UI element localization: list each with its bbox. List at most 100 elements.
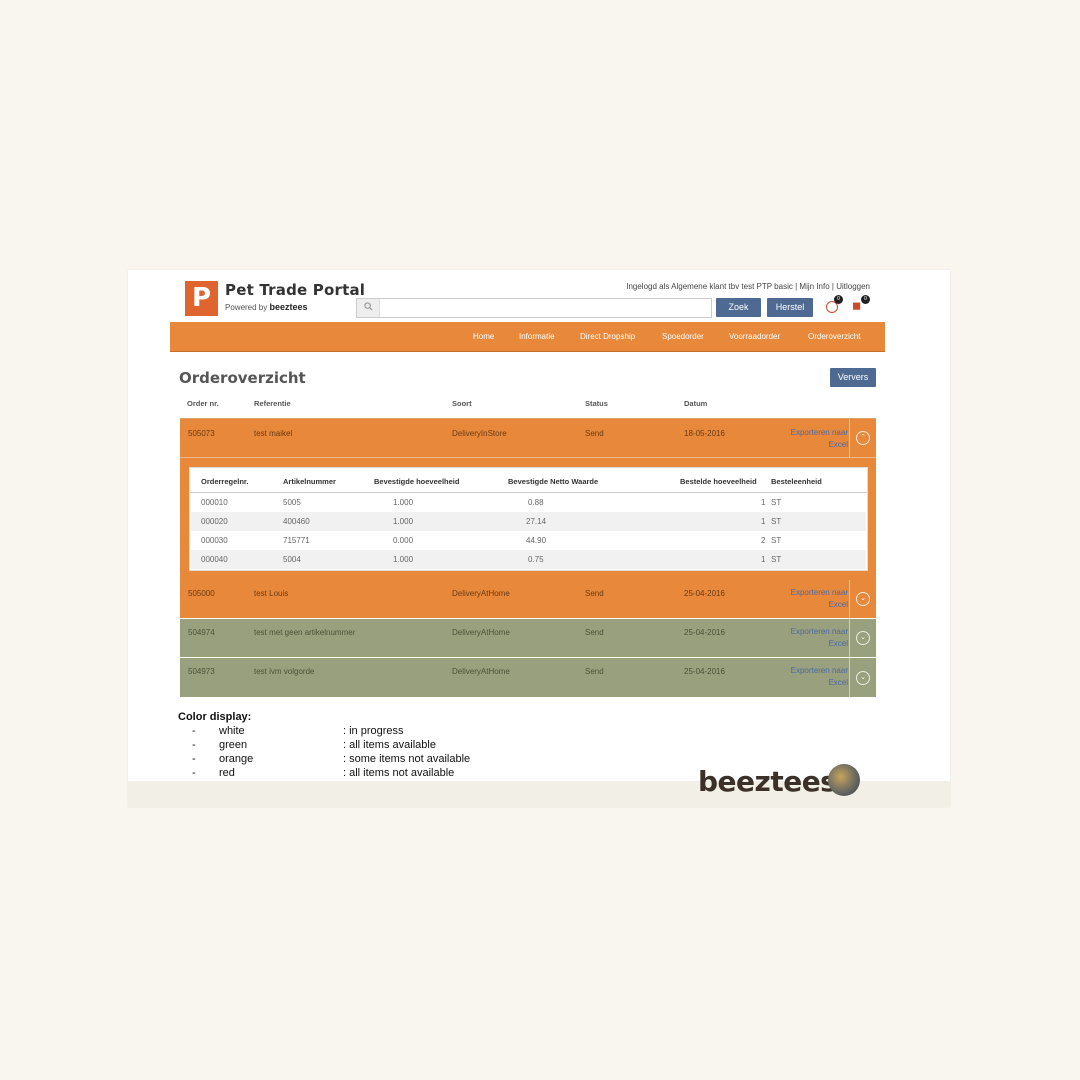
detail-col-eenheid: Besteleenheid — [771, 477, 822, 486]
table-row: 000010 5005 1.000 0.88 1 ST — [191, 493, 866, 512]
detail-col-netto: Bevestigde Netto Waarde — [508, 477, 599, 486]
order-status: Send — [585, 589, 604, 598]
nav-orderoverzicht[interactable]: Orderoverzicht — [808, 322, 860, 351]
logged-in-text: Ingelogd als Algemene klant tbv test PTP… — [626, 282, 793, 291]
nav-informatie[interactable]: Informatie — [519, 322, 555, 351]
user-links: Ingelogd als Algemene klant tbv test PTP… — [626, 282, 870, 291]
order-datum: 25-04-2016 — [684, 667, 725, 676]
legend-dash: - — [192, 739, 196, 751]
export-excel-link[interactable]: Exporteren naar Excel — [791, 427, 848, 451]
order-ref: test maikel — [254, 429, 293, 438]
order-nr: 504974 — [188, 628, 215, 637]
cell-best-hoev: 2 — [761, 536, 766, 545]
legend-color: white — [219, 725, 245, 737]
search-input[interactable] — [381, 299, 711, 319]
cell-best-hoev: 1 — [761, 498, 766, 507]
order-datum: 18-05-2016 — [684, 429, 725, 438]
cart-icon[interactable]: ◼ — [852, 299, 861, 312]
search-icon — [357, 299, 380, 317]
export-excel-link[interactable]: Exporteren naar Excel — [791, 665, 848, 689]
cell-eenheid: ST — [771, 498, 782, 507]
cell-netto: 27.14 — [526, 517, 547, 526]
export-line1: Exporteren naar — [790, 588, 848, 597]
cell-bev-hoev: 0.000 — [393, 536, 414, 545]
order-row[interactable]: 505000 test Louis DeliveryAtHome Send 25… — [180, 580, 876, 618]
col-referentie: Referentie — [254, 399, 291, 408]
cell-bev-hoev: 1.000 — [393, 498, 414, 507]
col-order-nr: Order nr. — [187, 399, 219, 408]
logout-link[interactable]: Uitloggen — [836, 282, 870, 291]
my-info-link[interactable]: Mijn Info — [799, 282, 829, 291]
brand-title: Pet Trade Portal — [225, 281, 366, 299]
reset-button[interactable]: Herstel — [767, 298, 813, 317]
order-datum: 25-04-2016 — [684, 589, 725, 598]
export-line2: Excel — [828, 440, 848, 449]
cell-regelnr: 000010 — [201, 498, 228, 507]
cell-netto: 44.90 — [526, 536, 547, 545]
chevron-down-icon[interactable]: ⌄ — [856, 671, 870, 685]
clock-badge: 0 — [834, 295, 843, 304]
order-ref: test Louis — [254, 589, 289, 598]
toggle-area: ⌃ — [849, 419, 876, 457]
order-row[interactable]: 504973 test ivm volgorde DeliveryAtHome … — [180, 658, 876, 697]
legend-desc: : in progress — [343, 725, 404, 737]
legend-title: Color display: — [178, 711, 252, 723]
powered-by-brand: beeztees — [269, 302, 308, 312]
export-line1: Exporteren naar — [790, 428, 848, 437]
export-excel-link[interactable]: Exporteren naar Excel — [791, 587, 848, 611]
cell-best-hoev: 1 — [761, 555, 766, 564]
cell-artikel: 715771 — [283, 536, 310, 545]
chevron-down-icon[interactable]: ⌄ — [856, 631, 870, 645]
legend-color: green — [219, 739, 248, 751]
footer-brand-logo: beeztees — [698, 765, 837, 798]
order-ref: test ivm volgorde — [254, 667, 315, 676]
table-row: 000040 5004 1.000 0.75 1 ST — [191, 550, 866, 569]
logo[interactable]: P — [185, 281, 218, 316]
nav-home[interactable]: Home — [473, 322, 494, 351]
chevron-down-icon[interactable]: ⌄ — [856, 592, 870, 606]
cell-regelnr: 000020 — [201, 517, 228, 526]
order-nr: 505073 — [188, 429, 215, 438]
detail-col-bev-hoev: Bevestigde hoeveelheid — [374, 477, 460, 486]
page-title: Orderoverzicht — [179, 369, 306, 387]
order-status: Send — [585, 429, 604, 438]
main-nav: Home Informatie Direct Dropship Spoedord… — [170, 322, 885, 352]
cell-regelnr: 000040 — [201, 555, 228, 564]
nav-direct-dropship[interactable]: Direct Dropship — [580, 322, 635, 351]
export-excel-link[interactable]: Exporteren naar Excel — [791, 626, 848, 650]
cell-bev-hoev: 1.000 — [393, 555, 414, 564]
order-row[interactable]: 504974 test met geen artikelnummer Deliv… — [180, 619, 876, 657]
order-nr: 505000 — [188, 589, 215, 598]
refresh-button[interactable]: Ververs — [830, 368, 876, 387]
toggle-area: ⌄ — [849, 580, 876, 618]
detail-col-artikel: Artikelnummer — [283, 477, 336, 486]
search-button[interactable]: Zoek — [716, 298, 761, 317]
chevron-up-icon[interactable]: ⌃ — [856, 431, 870, 445]
order-soort: DeliveryInStore — [452, 429, 507, 438]
separator: | — [795, 282, 798, 291]
order-status: Send — [585, 628, 604, 637]
cell-eenheid: ST — [771, 536, 782, 545]
legend-dash: - — [192, 725, 196, 737]
order-datum: 25-04-2016 — [684, 628, 725, 637]
legend-desc: : some items not available — [343, 753, 471, 765]
nav-voorraadorder[interactable]: Voorraadorder — [729, 322, 780, 351]
legend-desc: : all items not available — [343, 767, 455, 779]
cell-artikel: 5005 — [283, 498, 301, 507]
col-status: Status — [585, 399, 608, 408]
order-soort: DeliveryAtHome — [452, 667, 510, 676]
toggle-area: ⌄ — [849, 658, 876, 697]
order-ref: test met geen artikelnummer — [254, 628, 356, 637]
divider — [180, 457, 876, 458]
nav-spoedorder[interactable]: Spoedorder — [662, 322, 704, 351]
globe-icon — [828, 764, 860, 796]
cell-netto: 0.75 — [528, 555, 544, 564]
cell-eenheid: ST — [771, 555, 782, 564]
powered-by-label: Powered by — [225, 303, 268, 312]
col-soort: Soort — [452, 399, 472, 408]
export-line2: Excel — [828, 600, 848, 609]
order-detail-table: Orderregelnr. Artikelnummer Bevestigde h… — [189, 467, 868, 571]
portal-frame: P Pet Trade Portal Powered by beeztees I… — [128, 270, 950, 807]
export-line2: Excel — [828, 639, 848, 648]
cell-best-hoev: 1 — [761, 517, 766, 526]
